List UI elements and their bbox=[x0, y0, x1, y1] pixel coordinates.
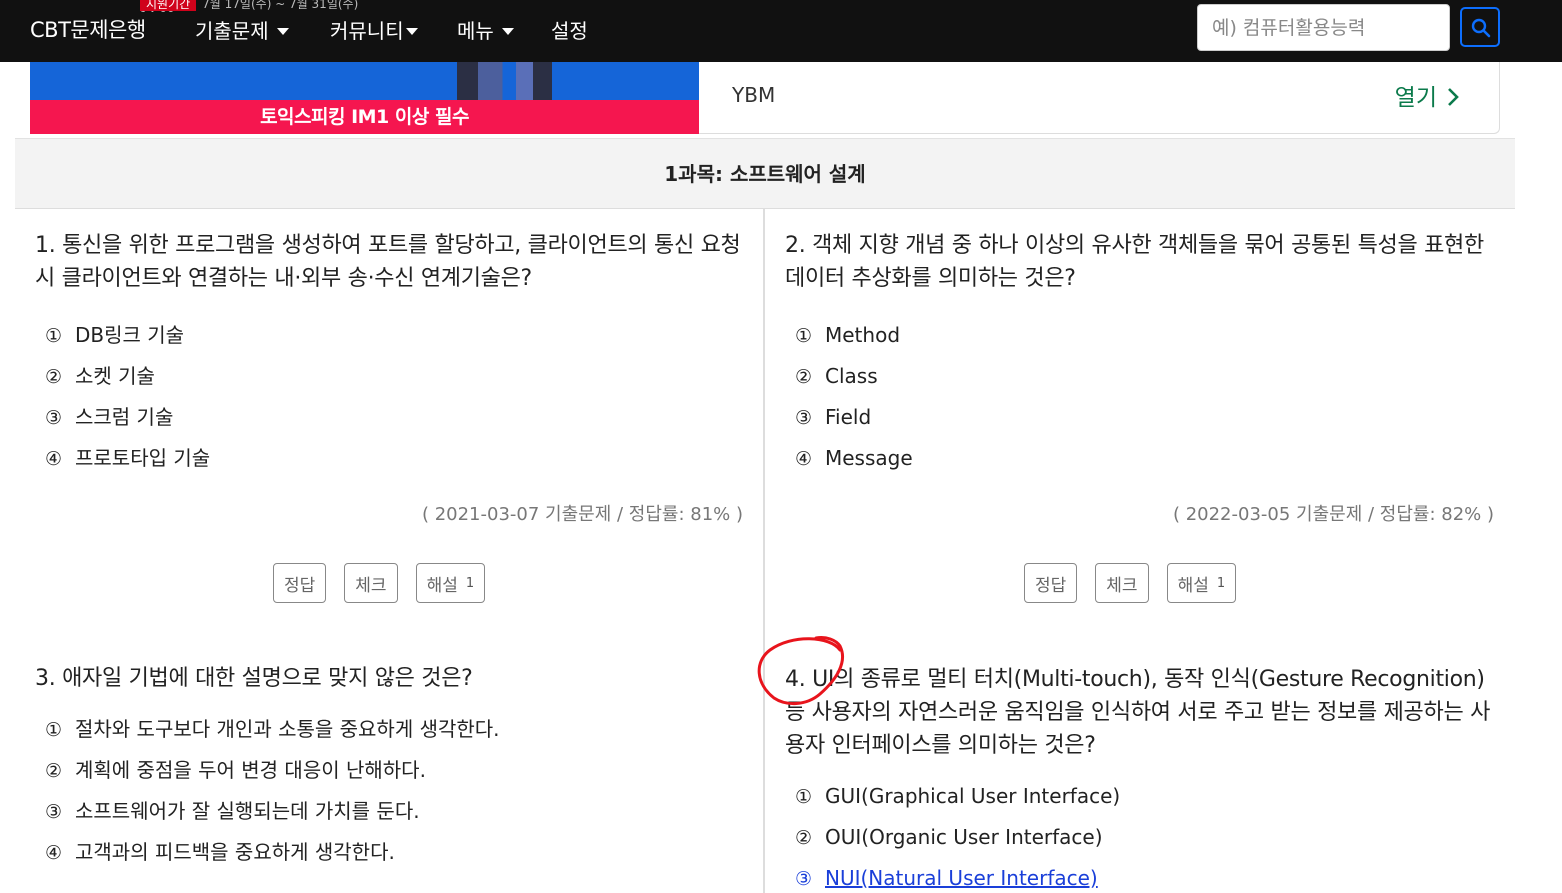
search-button[interactable] bbox=[1460, 7, 1500, 47]
search-input[interactable] bbox=[1197, 4, 1450, 51]
choice-2[interactable]: ② OUI(Organic User Interface) bbox=[785, 817, 1500, 858]
ad-banner-image[interactable]: 토익스피킹 IM1 이상 필수 bbox=[30, 62, 699, 134]
choice-4[interactable]: ④ 고객과의 피드백을 중요하게 생각한다. bbox=[35, 832, 750, 873]
caret-down-icon bbox=[501, 27, 514, 35]
choice-4[interactable]: ④ 프로토타입 기술 bbox=[35, 438, 750, 479]
question-1: 1. 통신을 위한 프로그램을 생성하여 포트를 할당하고, 클라이언트의 통신… bbox=[35, 229, 750, 479]
check-button[interactable]: 체크 bbox=[344, 563, 398, 603]
top-navbar: 지원기간7월 17일(수) ~ 7월 31일(수) 14:00 CBT문제은행 … bbox=[0, 0, 1562, 62]
question-1-buttons: 정답 체크 해설 1 bbox=[273, 563, 486, 603]
caret-down-icon bbox=[276, 27, 289, 35]
answer-button[interactable]: 정답 bbox=[273, 563, 327, 603]
subject-title: 1과목: 소프트웨어 설계 bbox=[15, 138, 1515, 209]
explanation-count: 1 bbox=[1216, 575, 1226, 591]
question-text: 3. 애자일 기법에 대한 설명으로 맞지 않은 것은? bbox=[35, 666, 473, 691]
explanation-count: 1 bbox=[465, 575, 475, 591]
ad-figure-illustration bbox=[457, 62, 552, 100]
choice-list: ① 절차와 도구보다 개인과 소통을 중요하게 생각한다. ② 계획에 중점을 두어… bbox=[35, 709, 750, 873]
question-text: 2. 객체 지향 개념 중 하나 이상의 유사한 객체들을 묶어 공통된 특성을… bbox=[785, 233, 1484, 291]
question-3: 3. 애자일 기법에 대한 설명으로 맞지 않은 것은? ① 절차와 도구보다 개… bbox=[35, 662, 750, 873]
banner-peek: 지원기간7월 17일(수) ~ 7월 31일(수) 14:00 bbox=[140, 0, 370, 12]
ad-card: YBM 열기 bbox=[699, 62, 1500, 134]
caret-down-icon bbox=[405, 27, 418, 35]
question-2-buttons: 정답 체크 해설 1 bbox=[1024, 563, 1237, 603]
choice-2[interactable]: ② 계획에 중점을 두어 변경 대응이 난해하다. bbox=[35, 750, 750, 791]
choice-1[interactable]: ① Method bbox=[785, 315, 1500, 356]
ad-source: YBM bbox=[732, 83, 776, 107]
nav-item-menu[interactable]: 메뉴 bbox=[457, 15, 514, 44]
search-icon bbox=[1471, 18, 1491, 38]
choice-list: ① Method ② Class ③ Field ④ Message bbox=[785, 315, 1500, 479]
nav-item-community[interactable]: 커뮤니티 bbox=[330, 15, 418, 44]
choice-3[interactable]: ③ Field bbox=[785, 397, 1500, 438]
ad-open-link[interactable]: 열기 bbox=[1395, 78, 1459, 112]
explanation-button[interactable]: 해설 1 bbox=[415, 563, 486, 603]
choice-1[interactable]: ① DB링크 기술 bbox=[35, 315, 750, 356]
question-meta: ( 2022-03-05 기출문제 / 정답률: 82% ) bbox=[1172, 504, 1494, 525]
nav-item-settings[interactable]: 설정 bbox=[551, 15, 588, 44]
question-text: 4. UI의 종류로 멀티 터치(Multi-touch), 동작 인식(Ges… bbox=[785, 667, 1491, 758]
chevron-right-icon bbox=[1448, 87, 1459, 106]
question-text: 1. 통신을 위한 프로그램을 생성하여 포트를 할당하고, 클라이언트의 통신… bbox=[35, 233, 741, 291]
choice-1[interactable]: ① GUI(Graphical User Interface) bbox=[785, 776, 1500, 817]
choice-3[interactable]: ③ 소프트웨어가 잘 실행되는데 가치를 둔다. bbox=[35, 791, 750, 832]
choice-2[interactable]: ② Class bbox=[785, 356, 1500, 397]
answer-button[interactable]: 정답 bbox=[1024, 563, 1078, 603]
brand-logo[interactable]: CBT문제은행 bbox=[30, 14, 146, 44]
question-4: 4. UI의 종류로 멀티 터치(Multi-touch), 동작 인식(Ges… bbox=[785, 663, 1500, 893]
choice-2[interactable]: ② 소켓 기술 bbox=[35, 356, 750, 397]
choice-4[interactable]: ④ Message bbox=[785, 438, 1500, 479]
ad-banner-text: 토익스피킹 IM1 이상 필수 bbox=[30, 100, 699, 134]
check-button[interactable]: 체크 bbox=[1095, 563, 1149, 603]
nav-item-past-exams[interactable]: 기출문제 bbox=[195, 15, 289, 44]
choice-list: ① GUI(Graphical User Interface) ② OUI(Orga… bbox=[785, 776, 1500, 893]
choice-1[interactable]: ① 절차와 도구보다 개인과 소통을 중요하게 생각한다. bbox=[35, 709, 750, 750]
choice-3[interactable]: ③ 스크럼 기술 bbox=[35, 397, 750, 438]
column-divider bbox=[763, 209, 765, 893]
choice-list: ① DB링크 기술 ② 소켓 기술 ③ 스크럼 기술 ④ 프로토타입 기술 bbox=[35, 315, 750, 479]
choice-3-selected[interactable]: ③ NUI(Natural User Interface) bbox=[785, 858, 1500, 893]
question-2: 2. 객체 지향 개념 중 하나 이상의 유사한 객체들을 묶어 공통된 특성을… bbox=[785, 229, 1500, 479]
question-meta: ( 2021-03-07 기출문제 / 정답률: 81% ) bbox=[421, 504, 743, 525]
explanation-button[interactable]: 해설 1 bbox=[1166, 563, 1237, 603]
